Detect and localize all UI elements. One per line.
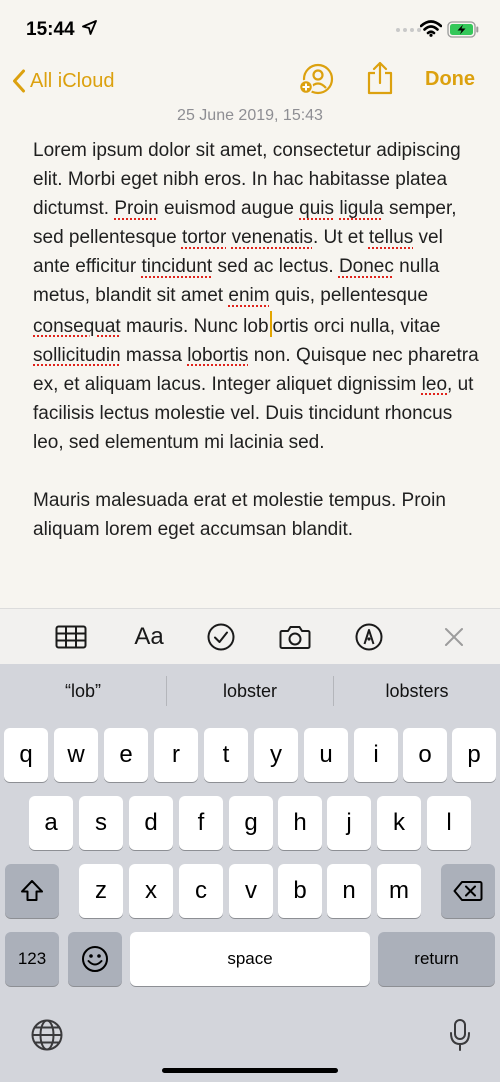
misspelled-word: tellus <box>368 227 414 249</box>
key-k[interactable]: k <box>377 796 421 850</box>
key-x[interactable]: x <box>129 864 173 918</box>
prediction-item[interactable]: lobsters <box>334 664 500 719</box>
camera-icon <box>279 626 311 649</box>
close-icon <box>445 628 463 646</box>
markup-button[interactable] <box>354 621 384 653</box>
return-key[interactable]: return <box>378 932 495 986</box>
note-text: sed ac lectus. <box>212 256 339 278</box>
shift-key[interactable] <box>5 864 59 918</box>
misspelled-word: venenatis <box>231 227 313 249</box>
emoji-icon <box>82 946 108 972</box>
add-people-icon[interactable] <box>298 62 334 98</box>
key-z[interactable]: z <box>79 864 123 918</box>
back-label: All iCloud <box>30 69 115 92</box>
back-button[interactable]: All iCloud <box>12 64 114 98</box>
navigation-bar: All iCloud Done <box>0 60 500 104</box>
prediction-item[interactable]: lobster <box>167 664 333 719</box>
prediction-item[interactable]: “lob” <box>0 664 166 719</box>
key-g[interactable]: g <box>229 796 273 850</box>
numbers-key[interactable]: 123 <box>5 932 59 986</box>
done-button[interactable]: Done <box>425 68 475 91</box>
key-j[interactable]: j <box>327 796 371 850</box>
globe-icon[interactable] <box>30 1018 64 1052</box>
misspelled-word: Proin <box>114 198 159 220</box>
key-d[interactable]: d <box>129 796 173 850</box>
misspelled-word: tortor <box>181 227 227 249</box>
key-t[interactable]: t <box>204 728 248 782</box>
key-y[interactable]: y <box>254 728 298 782</box>
note-text: quis, pellentesque <box>269 285 429 307</box>
note-body[interactable]: Lorem ipsum dolor sit amet, consectetur … <box>33 136 483 544</box>
table-button[interactable] <box>54 621 88 653</box>
home-indicator <box>162 1068 338 1073</box>
key-q[interactable]: q <box>4 728 48 782</box>
delete-icon <box>453 881 483 901</box>
key-h[interactable]: h <box>278 796 322 850</box>
formatting-toolbar: Aa <box>0 608 500 665</box>
delete-key[interactable] <box>441 864 495 918</box>
key-n[interactable]: n <box>327 864 371 918</box>
cellular-signal-icon <box>396 28 421 32</box>
camera-button[interactable] <box>278 621 312 653</box>
note-date: 25 June 2019, 15:43 <box>177 107 323 124</box>
space-key[interactable]: space <box>130 932 370 986</box>
markup-icon <box>355 623 383 651</box>
note-paragraph: Lorem ipsum dolor sit amet, consectetur … <box>33 136 483 457</box>
misspelled-word: enim <box>228 285 270 307</box>
misspelled-word: leo <box>421 373 448 395</box>
chevron-left-icon <box>13 69 25 93</box>
key-v[interactable]: v <box>229 864 273 918</box>
prediction-bar: “lob” lobster lobsters <box>0 664 500 719</box>
note-text: massa <box>120 344 188 366</box>
key-a[interactable]: a <box>29 796 73 850</box>
key-w[interactable]: w <box>54 728 98 782</box>
key-o[interactable]: o <box>403 728 447 782</box>
table-icon <box>55 625 87 649</box>
shift-icon <box>21 880 43 901</box>
close-button[interactable] <box>442 621 466 653</box>
keyboard: “lob” lobster lobsters q w e r t y u i o… <box>0 664 500 1082</box>
text-caret <box>269 310 272 337</box>
key-p[interactable]: p <box>452 728 496 782</box>
key-e[interactable]: e <box>104 728 148 782</box>
misspelled-word: consequat <box>33 315 121 337</box>
key-c[interactable]: c <box>179 864 223 918</box>
key-f[interactable]: f <box>179 796 223 850</box>
note-text: ortis orci nulla, vitae <box>272 315 441 337</box>
misspelled-word: quis <box>299 198 335 220</box>
key-i[interactable]: i <box>354 728 398 782</box>
key-b[interactable]: b <box>278 864 322 918</box>
checklist-button[interactable] <box>206 621 236 653</box>
note-text: euismod augue <box>158 198 300 220</box>
key-r[interactable]: r <box>154 728 198 782</box>
key-m[interactable]: m <box>377 864 421 918</box>
microphone-icon[interactable] <box>449 1018 471 1052</box>
battery-charging-icon <box>447 21 479 38</box>
status-time: 15:44 <box>26 19 75 40</box>
misspelled-word: sollicitudin <box>33 344 121 366</box>
location-arrow-icon <box>82 20 97 35</box>
key-u[interactable]: u <box>304 728 348 782</box>
misspelled-word: lobortis <box>187 344 249 366</box>
note-text: mauris. Nunc lob <box>120 315 269 337</box>
misspelled-word: Donec <box>338 256 394 278</box>
key-l[interactable]: l <box>427 796 471 850</box>
misspelled-word: ligula <box>339 198 384 220</box>
emoji-key[interactable] <box>68 932 122 986</box>
status-bar: 15:44 <box>0 0 500 60</box>
note-text: . Ut et <box>312 227 369 249</box>
misspelled-word: tincidunt <box>141 256 213 278</box>
note-paragraph: Mauris malesuada erat et molestie tempus… <box>33 490 446 541</box>
share-icon[interactable] <box>366 60 394 96</box>
wifi-icon <box>420 20 442 37</box>
key-s[interactable]: s <box>79 796 123 850</box>
text-style-button[interactable]: Aa <box>130 621 168 653</box>
checklist-icon <box>207 623 235 651</box>
